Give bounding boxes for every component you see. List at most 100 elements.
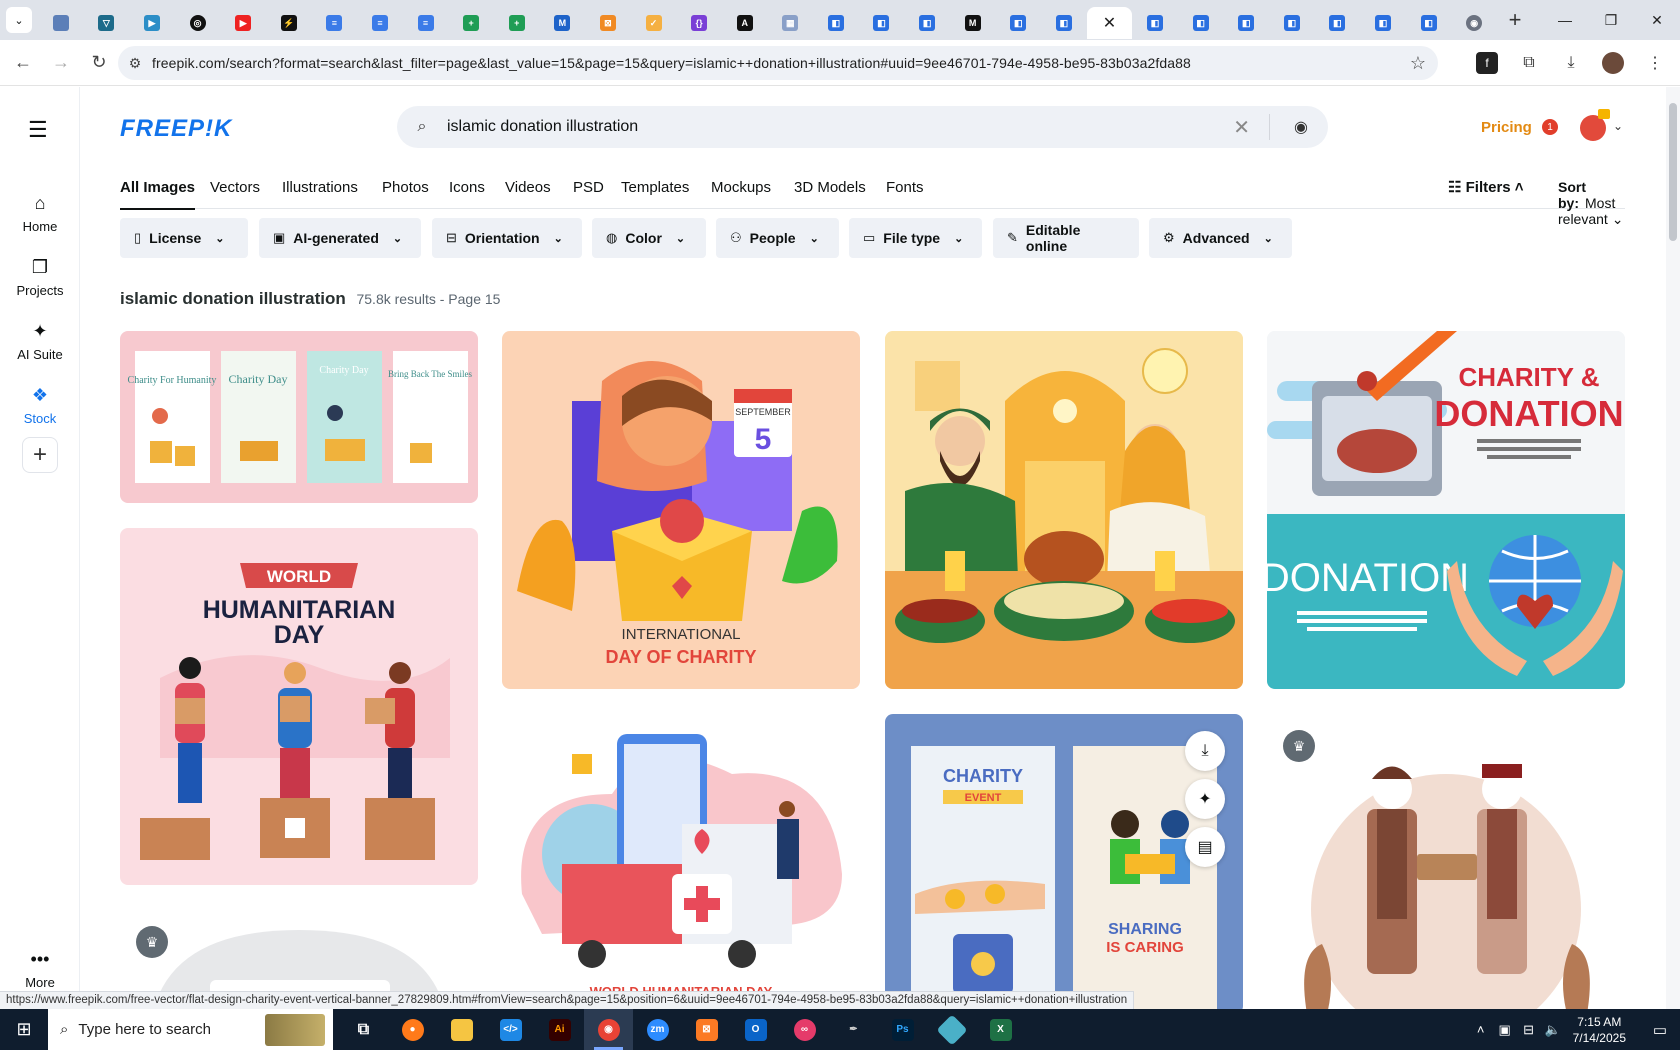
browser-tab[interactable]: ◧ <box>1406 7 1452 39</box>
browser-tab[interactable]: ⊠ <box>585 7 631 39</box>
page-scrollbar[interactable] <box>1666 87 1680 1009</box>
search-input[interactable]: islamic donation illustration <box>447 118 638 136</box>
browser-tab[interactable]: ◧ <box>904 7 950 39</box>
chevron-up-icon[interactable]: ˄ <box>1469 1022 1493 1037</box>
illustrator-icon[interactable]: Ai <box>535 1009 584 1050</box>
taskbar-clock[interactable]: 7:15 AM 7/14/2025 <box>1573 1014 1626 1046</box>
browser-tab[interactable]: ◧ <box>1315 7 1361 39</box>
scrollbar-thumb[interactable] <box>1669 103 1677 241</box>
freepik-logo[interactable]: FREEP!K <box>120 115 232 143</box>
chip-color[interactable]: ◍ Color ⌄ <box>592 218 706 258</box>
save-to-folder-icon[interactable]: ▤ <box>1185 827 1225 867</box>
tab-search-button[interactable]: ⌄ <box>0 0 38 40</box>
result-card[interactable]: SEPTEMBER 5 INTERNATIONAL DAY OF CHARITY <box>502 331 860 689</box>
sidebar-item-projects[interactable]: ❐ Projects <box>0 257 80 298</box>
xampp-icon[interactable]: ⊠ <box>682 1009 731 1050</box>
ai-edit-sparkle-icon[interactable]: ✦ <box>1185 779 1225 819</box>
close-window-icon[interactable]: ✕ <box>1634 0 1680 40</box>
browser-tab[interactable]: ◧ <box>1041 7 1087 39</box>
outlook-icon[interactable]: O <box>731 1009 780 1050</box>
browser-tab[interactable]: {} <box>676 7 722 39</box>
browser-tab[interactable]: ◧ <box>1269 7 1315 39</box>
chip-ai-generated[interactable]: ▣ AI-generated ⌄ <box>259 218 421 258</box>
bookmark-star-icon[interactable]: ☆ <box>1410 53 1426 74</box>
pricing-link[interactable]: Pricing <box>1481 119 1532 136</box>
menu-icon[interactable]: ☰ <box>28 117 48 143</box>
taskbar-search[interactable]: ⌕ Type here to search <box>48 1009 333 1050</box>
tab-fonts[interactable]: Fonts <box>886 179 924 196</box>
address-bar[interactable]: ⚙ freepik.com/search?format=search&last_… <box>118 46 1438 80</box>
result-card[interactable]: CHARITY & DONATION DONATION <box>1267 331 1625 689</box>
chip-orientation[interactable]: ⊟ Orientation ⌄ <box>432 218 582 258</box>
browser-tab[interactable]: M <box>950 7 996 39</box>
chip-people[interactable]: ⚇ People ⌄ <box>716 218 839 258</box>
result-card[interactable]: Charity For Humanity Charity Day Charity… <box>120 331 478 503</box>
tab-3d-models[interactable]: 3D Models <box>794 179 866 196</box>
result-card[interactable]: CHARITY EVENT SHARING IS CARING ⤓ ✦ ▤ <box>885 714 1243 1009</box>
browser-tab[interactable]: ◧ <box>859 7 905 39</box>
tab-photos[interactable]: Photos <box>382 179 429 196</box>
browser-tab[interactable]: M <box>540 7 586 39</box>
result-card[interactable] <box>885 331 1243 689</box>
add-button[interactable]: + <box>22 437 58 473</box>
new-tab-button[interactable]: + <box>1497 7 1533 33</box>
browser-tab[interactable]: ▽ <box>84 7 130 39</box>
sidebar-item-more[interactable]: ••• More <box>0 949 80 990</box>
browser-tab[interactable]: ⚡ <box>266 7 312 39</box>
app-diamond-icon[interactable] <box>927 1009 976 1050</box>
profile-avatar[interactable] <box>1602 52 1624 74</box>
browser-tab[interactable]: ◧ <box>995 7 1041 39</box>
browser-tab[interactable]: + <box>448 7 494 39</box>
zoom-icon[interactable]: zm <box>633 1009 682 1050</box>
browser-tab[interactable]: + <box>494 7 540 39</box>
tab-illustrations[interactable]: Illustrations <box>282 179 358 196</box>
volume-icon[interactable]: 🔈 <box>1541 1022 1565 1038</box>
tab-mockups[interactable]: Mockups <box>711 179 771 196</box>
pen-tool-icon[interactable]: ✒ <box>829 1009 878 1050</box>
browser-tab[interactable]: A <box>722 7 768 39</box>
tab-videos[interactable]: Videos <box>505 179 551 196</box>
tab-templates[interactable]: Templates <box>621 179 689 196</box>
download-icon[interactable]: ⤓ <box>1554 46 1588 80</box>
browser-tab-active[interactable]: ✕ <box>1086 7 1133 39</box>
close-tab-icon[interactable]: ✕ <box>1103 13 1116 33</box>
browser-tab[interactable] <box>38 7 84 39</box>
vscode-icon[interactable]: </> <box>486 1009 535 1050</box>
chrome-icon[interactable]: ◉ <box>584 1009 633 1050</box>
excel-icon[interactable]: X <box>976 1009 1025 1050</box>
tab-psd[interactable]: PSD <box>573 179 604 196</box>
browser-tab[interactable]: ◧ <box>1223 7 1269 39</box>
task-view-icon[interactable]: ⧉ <box>339 1009 388 1050</box>
browser-tab[interactable]: ≡ <box>357 7 403 39</box>
browser-tab[interactable]: ◧ <box>1178 7 1224 39</box>
creative-cloud-icon[interactable]: ∞ <box>780 1009 829 1050</box>
network-icon[interactable]: ⊟ <box>1517 1022 1541 1038</box>
chip-editable-online[interactable]: ✎ Editable online <box>993 218 1139 258</box>
file-explorer-icon[interactable] <box>437 1009 486 1050</box>
clear-search-icon[interactable]: ✕ <box>1233 115 1250 140</box>
result-card[interactable]: WORLD HUMANITARIAN DAY <box>502 714 860 1009</box>
tray-app-icon[interactable]: ▣ <box>1493 1022 1517 1038</box>
url-text[interactable]: freepik.com/search?format=search&last_fi… <box>152 55 1191 71</box>
reload-icon[interactable]: ↻ <box>82 46 116 80</box>
browser-tab[interactable]: ◧ <box>1360 7 1406 39</box>
site-info-icon[interactable]: ⚙ <box>118 55 152 72</box>
extensions-puzzle-icon[interactable]: ⧉ <box>1512 46 1546 80</box>
notifications-icon[interactable]: ▭ <box>1640 1021 1680 1039</box>
browser-tab[interactable]: ≡ <box>403 7 449 39</box>
minimize-icon[interactable]: — <box>1542 0 1588 40</box>
sort-dropdown[interactable]: Sort by: Most relevant ⌄ <box>1558 179 1625 228</box>
extension-icon[interactable]: f <box>1476 52 1498 74</box>
browser-tab[interactable]: ▶ <box>129 7 175 39</box>
tab-vectors[interactable]: Vectors <box>210 179 260 196</box>
chevron-down-icon[interactable]: ⌄ <box>1613 119 1623 133</box>
browser-tab[interactable]: ◉ <box>1451 7 1497 39</box>
result-card[interactable]: WORLD HUMANITARIAN DAY <box>120 528 478 885</box>
restore-icon[interactable]: ❐ <box>1588 0 1634 40</box>
browser-tab[interactable]: ✓ <box>631 7 677 39</box>
filters-toggle[interactable]: ☷ Filters ˄ <box>1448 178 1524 196</box>
search-bar[interactable]: ⌕ islamic donation illustration ✕ ◉ <box>397 106 1328 148</box>
result-card[interactable]: ♛ <box>1267 714 1625 1009</box>
sidebar-item-stock[interactable]: ❖ Stock <box>0 385 80 426</box>
user-avatar[interactable] <box>1580 109 1610 141</box>
